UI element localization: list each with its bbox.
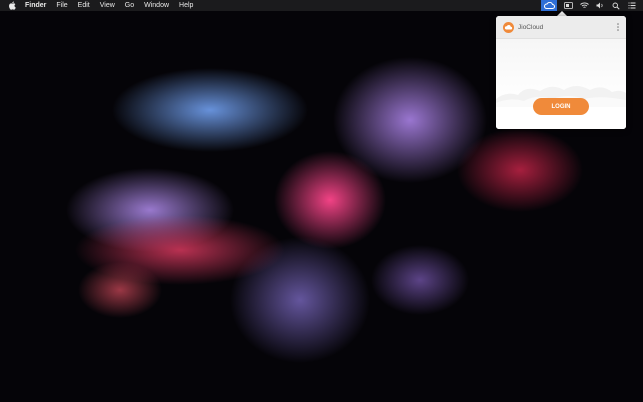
- menu-bar: Finder File Edit View Go Window Help: [0, 0, 643, 11]
- login-button[interactable]: LOGIN: [533, 98, 589, 115]
- menu-help[interactable]: Help: [179, 0, 193, 11]
- menu-app-finder[interactable]: Finder: [25, 0, 46, 11]
- menu-view[interactable]: View: [100, 0, 115, 11]
- brand-name: JioCloud: [518, 23, 544, 31]
- list-icon[interactable]: [627, 2, 637, 10]
- more-options-icon[interactable]: [617, 23, 619, 31]
- search-icon[interactable]: [611, 2, 621, 10]
- jiocloud-popover: JioCloud LOGIN: [496, 16, 626, 129]
- menu-go[interactable]: Go: [125, 0, 134, 11]
- popover-header: JioCloud: [496, 16, 626, 39]
- apple-icon[interactable]: [8, 1, 16, 10]
- menu-window[interactable]: Window: [144, 0, 169, 11]
- menu-edit[interactable]: Edit: [78, 0, 90, 11]
- volume-icon[interactable]: [595, 2, 605, 10]
- display-icon[interactable]: [563, 2, 573, 10]
- popover-body: LOGIN: [496, 39, 626, 129]
- menu-file[interactable]: File: [56, 0, 67, 11]
- wifi-icon[interactable]: [579, 2, 589, 10]
- jiocloud-logo-icon: [503, 21, 514, 33]
- jiocloud-icon[interactable]: [541, 0, 557, 11]
- status-area: [541, 0, 643, 11]
